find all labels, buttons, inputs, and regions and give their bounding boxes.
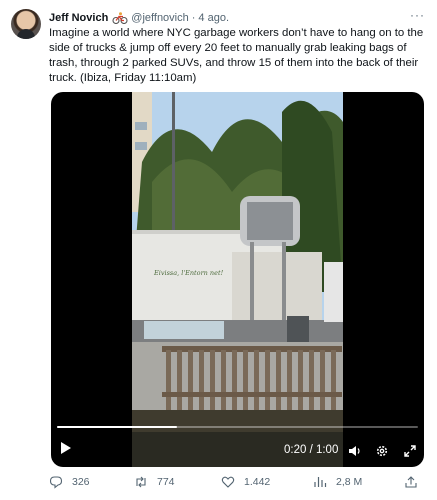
- tweet: Jeff Novich @jeffnovich · 4 ago. ··· Ima…: [0, 0, 437, 500]
- author-handle[interactable]: @jeffnovich: [131, 12, 188, 24]
- reply-icon: [49, 476, 63, 489]
- view-count: 2,8 M: [336, 476, 363, 488]
- cyclist-icon: [112, 12, 128, 24]
- settings-icon[interactable]: [375, 444, 389, 458]
- video-timecode: 0:20 / 1:00: [284, 444, 339, 456]
- tweet-actions: 326 774 1.442 2,8 M: [49, 475, 429, 493]
- repost-button[interactable]: 774: [134, 475, 175, 489]
- repost-icon: [136, 476, 146, 488]
- video-player[interactable]: Eivissa, l'Entorn net!: [51, 92, 424, 467]
- timestamp[interactable]: 4 ago.: [198, 12, 229, 24]
- avatar[interactable]: [11, 9, 41, 39]
- more-options-icon[interactable]: ···: [410, 8, 425, 22]
- video-progress-bar[interactable]: [57, 426, 418, 428]
- video-frame: Eivissa, l'Entorn net!: [132, 92, 343, 467]
- play-icon[interactable]: [60, 441, 72, 455]
- like-button[interactable]: 1.442: [221, 475, 270, 489]
- tweet-text: Imagine a world where NYC garbage worker…: [49, 27, 424, 84]
- repost-count: 774: [157, 476, 175, 488]
- reply-count: 326: [72, 476, 90, 488]
- fullscreen-icon[interactable]: [403, 444, 417, 458]
- share-icon: [405, 476, 417, 488]
- reply-button[interactable]: 326: [49, 475, 90, 489]
- volume-icon[interactable]: [348, 444, 362, 458]
- views-button[interactable]: 2,8 M: [313, 475, 362, 489]
- like-count: 1.442: [244, 476, 271, 488]
- views-icon: [314, 477, 327, 487]
- tweet-header: Jeff Novich @jeffnovich · 4 ago.: [49, 10, 229, 26]
- share-button[interactable]: [404, 475, 427, 489]
- heart-icon: [221, 476, 235, 488]
- truck-label: Eivissa, l'Entorn net!: [153, 269, 224, 277]
- video-progress-fill: [57, 426, 178, 428]
- author-name[interactable]: Jeff Novich: [49, 12, 108, 24]
- separator-dot: ·: [191, 12, 196, 24]
